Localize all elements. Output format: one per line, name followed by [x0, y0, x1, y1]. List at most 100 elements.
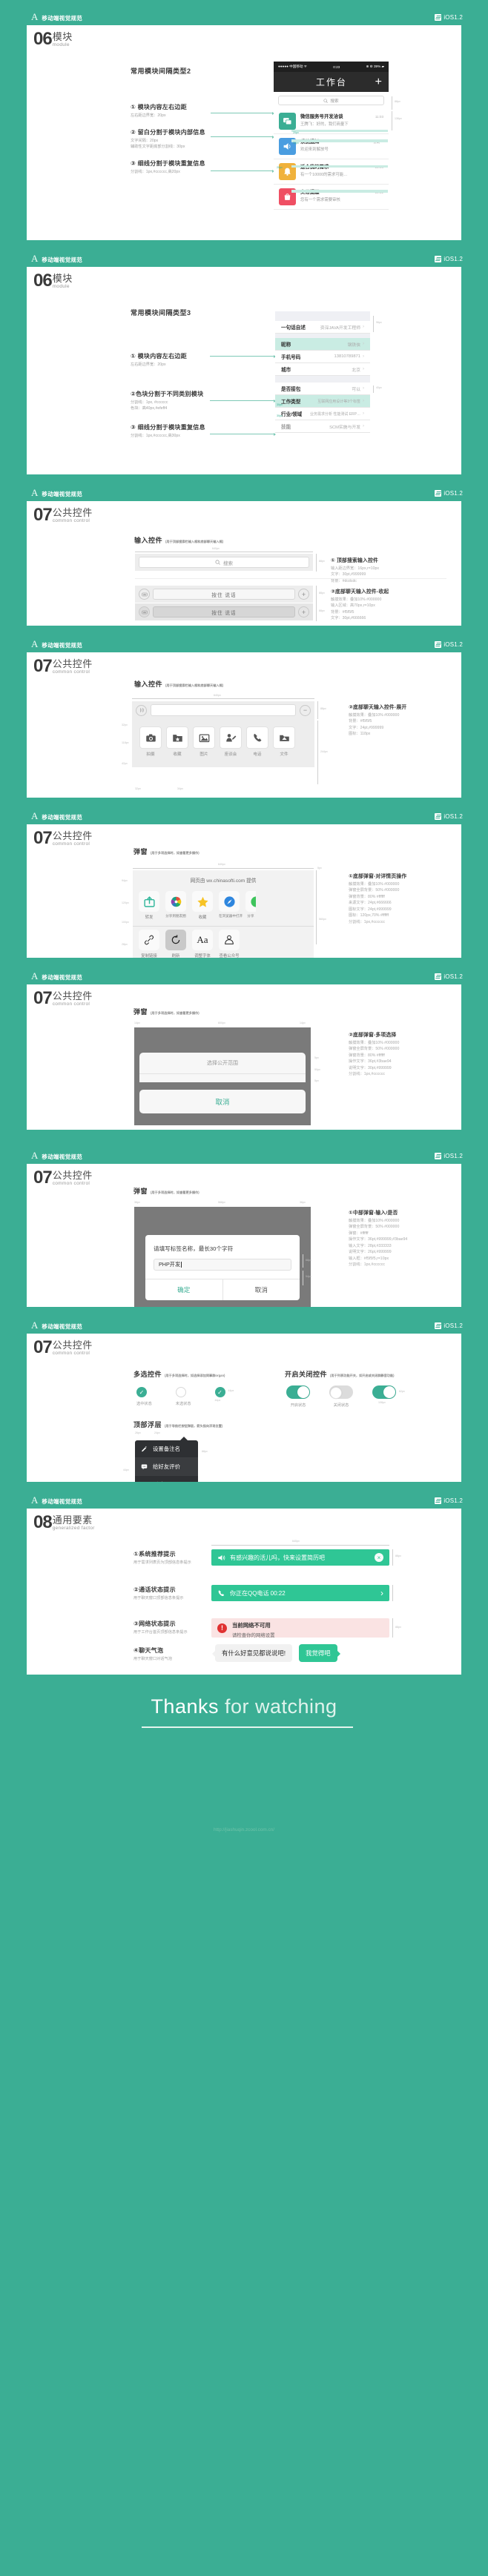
measure-label: 94px [122, 879, 128, 882]
share-item[interactable]: 查看公众号 [219, 930, 240, 958]
confirm-button[interactable]: 确定 [145, 1279, 222, 1300]
form-row[interactable]: 工作类型 互联网应用设计等3个标签 › [275, 395, 370, 408]
action-item[interactable]: 拍摄 [139, 726, 162, 757]
popover-item-rename[interactable]: 设置备注名 [135, 1440, 198, 1457]
favorite-tile[interactable] [192, 891, 213, 912]
moments-tile[interactable] [165, 891, 186, 912]
measure-label: 28px [122, 943, 128, 946]
hold-to-talk-button[interactable]: 按住 说话 [153, 589, 295, 600]
refresh-tile[interactable] [165, 930, 186, 950]
action-item[interactable]: 收藏 [166, 726, 188, 757]
form-label: 城市 [281, 368, 291, 373]
measure-label: 62px [399, 1390, 405, 1393]
chat-list-item[interactable]: 系统通知 星期一 欢迎来到解放号 [274, 134, 389, 159]
add-button[interactable]: + [375, 76, 382, 88]
subsection-note: (用于列表功能开关，如开启或关闭群静音功能) [330, 1374, 395, 1377]
section-title-cn: 公共控件 [52, 990, 93, 1001]
checkbox-unselected[interactable] [175, 1387, 186, 1397]
slide-body: 07 公共控件 common control 输入控件 (用于顶部搜索栏输入框和… [27, 501, 461, 626]
share-item[interactable]: 刷新 [165, 930, 186, 958]
search-input[interactable]: 搜索 [139, 557, 309, 568]
checkbox-label: 选中状态 [136, 1402, 152, 1406]
annotation-item: ③网络状态提示 用于工作台首页顶部信息条提示 [133, 1620, 204, 1635]
keyboard-icon [141, 610, 148, 614]
chat-preview: 您有一个需求需要审核 [300, 198, 340, 202]
call-status-banner[interactable]: 你正在QQ电话 00:22 › [211, 1585, 389, 1601]
form-row[interactable]: 城市 北京 › [275, 363, 370, 376]
cancel-button[interactable]: 取消 [222, 1279, 300, 1300]
share-item[interactable]: 复制链接 [139, 930, 159, 958]
tag-name-input[interactable]: PHP开发 [154, 1259, 291, 1271]
whatsapp-tile[interactable] [245, 891, 256, 912]
hold-to-talk-button-pressed[interactable]: 按住 说话 [153, 606, 295, 617]
thanks-light: for watching [218, 1695, 337, 1718]
measure-label: 20px [277, 166, 283, 169]
action-item[interactable]: 座谈会 [220, 726, 242, 757]
message-input[interactable] [151, 704, 296, 716]
annotation-title: ③ 细线分割于模块重复信息 [131, 424, 205, 431]
file-tile[interactable] [273, 726, 295, 749]
switch-off[interactable] [329, 1385, 353, 1399]
voice-button[interactable] [136, 704, 147, 716]
system-recommend-banner[interactable]: 有感兴趣的活儿吗，快来设置简历吧 × [211, 1549, 389, 1566]
share-item[interactable]: 分享 [245, 891, 256, 920]
share-item[interactable]: 在浏览器中打开 [219, 891, 243, 920]
browser-tile[interactable] [219, 891, 240, 912]
form-row[interactable]: 是否接包 可以 › [275, 383, 370, 395]
action-item[interactable]: 文件 [273, 726, 295, 757]
account-tile[interactable] [219, 930, 240, 950]
font-size-tile[interactable]: Aa [192, 930, 213, 950]
image-tile[interactable] [193, 726, 215, 749]
form-row[interactable]: 昵称 钢铁侠 › [275, 338, 370, 351]
add-button[interactable]: + [298, 589, 309, 600]
action-item[interactable]: 图片 [193, 726, 215, 757]
source-label: 网页由 wx.chinasofti.com 提供 [190, 878, 257, 884]
switch-measured[interactable] [372, 1385, 396, 1399]
checkbox-measured[interactable]: ✓ [214, 1387, 225, 1397]
share-tile[interactable] [139, 891, 159, 912]
input-value: PHP开发 [159, 1261, 181, 1268]
form-row[interactable]: 技能 SCM实施与开发 › [275, 420, 370, 433]
share-item[interactable]: 分享到朋友圈 [165, 891, 186, 920]
collapse-button[interactable]: − [300, 704, 311, 716]
chat-list-item[interactable]: 交易提醒 18:32 您有一个需求需要审核 [274, 185, 389, 210]
action-item[interactable]: 电话 [246, 726, 268, 757]
section-title-en: common control [52, 841, 90, 847]
form-row[interactable]: 手机号码 13810789871 › [275, 351, 370, 363]
form-label: 技能 [281, 425, 291, 430]
slide-body: 06 模块 module 常用模块间隔类型3 ① 模块内容左右边距 左右距边界宽… [27, 267, 461, 474]
phone-icon [253, 733, 261, 741]
subsection-title: 常用模块间隔类型2 [131, 64, 191, 77]
chevron-right-icon[interactable]: › [380, 1588, 383, 1598]
add-button[interactable]: + [298, 606, 309, 617]
section-number: 07 [33, 988, 53, 1008]
subsection-label: 弹窗 [133, 848, 148, 855]
cancel-button[interactable]: 取消 [139, 1090, 306, 1113]
speaker-icon [218, 1554, 225, 1560]
share-item[interactable]: 转发 [139, 891, 159, 920]
camera-tile[interactable] [139, 726, 162, 749]
measure-label: 26px [135, 1431, 141, 1434]
share-item[interactable]: 收藏 [192, 891, 213, 920]
share-item[interactable]: Aa 调整字体 [192, 930, 213, 958]
keyboard-button[interactable] [139, 589, 150, 600]
measure-label: 42px [122, 762, 128, 765]
contact-tile[interactable] [220, 726, 242, 749]
keyboard-button[interactable] [139, 606, 150, 617]
chat-list-item[interactable]: 适合我的需求 15:08 有一个10000的需求可能… [274, 159, 389, 185]
phone-tile[interactable] [246, 726, 268, 749]
close-icon[interactable]: × [375, 1553, 383, 1562]
file-folder-icon [279, 735, 289, 741]
subsection-label: 开启关闭控件 [285, 1371, 328, 1378]
checkbox-selected[interactable]: ✓ [136, 1387, 147, 1397]
switch-on[interactable] [286, 1385, 310, 1399]
favorite-tile[interactable] [166, 726, 188, 749]
brand-mark: A [31, 1494, 39, 1506]
copy-link-tile[interactable] [139, 930, 159, 950]
portfolio-link[interactable]: http://jiashuqin.zcool.com.cn/ [0, 1827, 488, 1832]
popover-item-review[interactable]: 给好友评价 [135, 1457, 198, 1475]
form-row[interactable]: 行业/领域 业务需求分析 性能测试 ERP… › [275, 408, 370, 420]
slide-body: 07 公共控件 common control 输入控件 (用于顶部搜索栏输入框和… [27, 652, 461, 798]
form-row[interactable]: 一句话自述 资深JAVA开发工程师 › [275, 321, 370, 334]
search-input[interactable]: 搜索 [278, 96, 384, 105]
